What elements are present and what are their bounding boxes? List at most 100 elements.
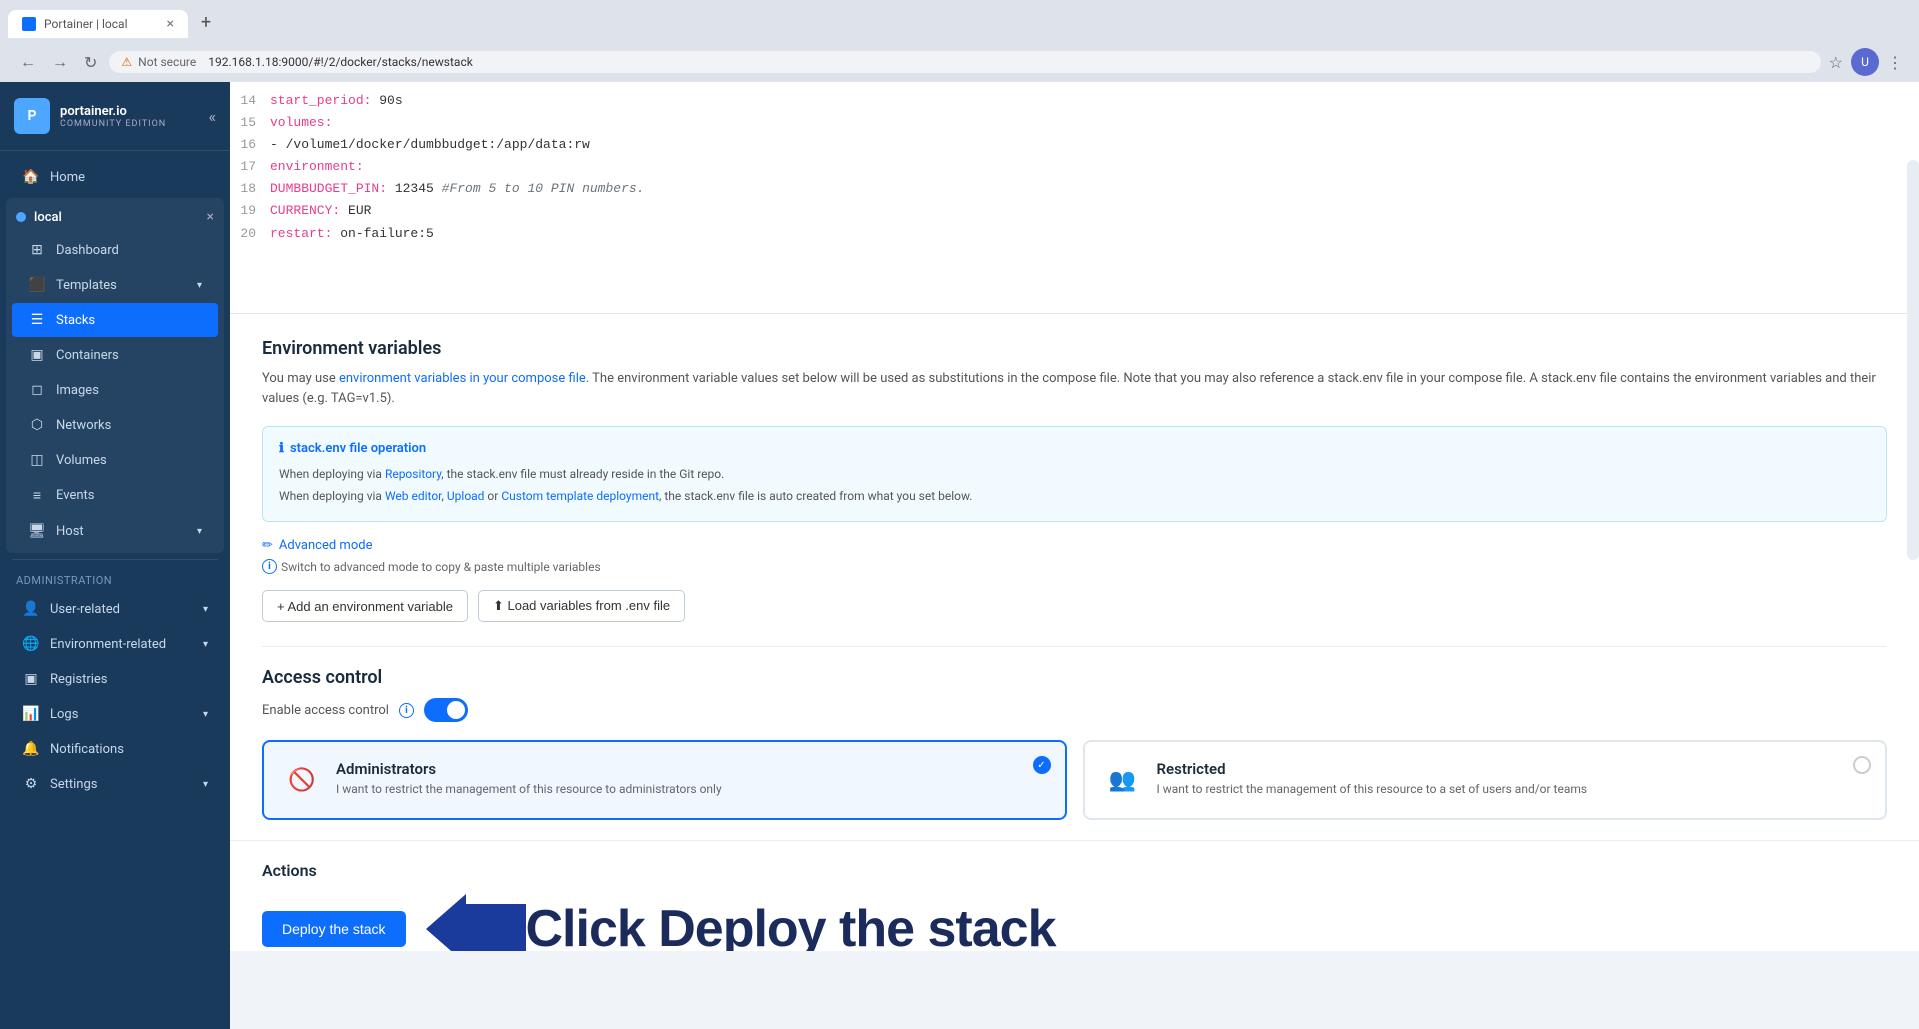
tab-close-btn[interactable]: ×: [167, 16, 174, 32]
sidebar-item-host[interactable]: 🖥 Host ▾: [12, 514, 218, 548]
url-bar[interactable]: ⚠ Not secure 192.168.1.18:9000/#!/2/dock…: [109, 51, 1820, 73]
sidebar-item-events[interactable]: ≡ Events: [12, 478, 218, 513]
user-related-arrow: ▾: [203, 604, 208, 615]
notifications-icon: 🔔: [22, 741, 40, 757]
access-control-title: Access control: [262, 667, 1887, 688]
restricted-card[interactable]: 👥 Restricted I want to restrict the mana…: [1083, 740, 1888, 820]
restricted-card-icon: 👥: [1103, 760, 1143, 800]
restricted-card-radio[interactable]: [1853, 756, 1871, 774]
env-section-desc: You may use environment variables in you…: [262, 369, 1887, 411]
line-num-20: 20: [230, 223, 270, 245]
templates-label: Templates: [56, 278, 117, 293]
volumes-label: Volumes: [56, 453, 107, 468]
url-text: 192.168.1.18:9000/#!/2/docker/stacks/new…: [208, 55, 473, 69]
admin-card-radio[interactable]: [1033, 756, 1051, 774]
env-close-btn[interactable]: ×: [207, 209, 214, 225]
env-dot: [16, 212, 26, 222]
sidebar-item-containers[interactable]: ▣ Containers: [12, 338, 218, 372]
sidebar-divider: [12, 559, 218, 560]
advanced-mode-row: ✏ Advanced mode: [262, 538, 1887, 553]
access-info-icon[interactable]: i: [399, 703, 414, 718]
load-env-file-btn[interactable]: ⬆ Load variables from .env file: [478, 590, 685, 622]
sidebar-item-dashboard[interactable]: ⊞ Dashboard: [12, 233, 218, 267]
repo-link[interactable]: Repository: [385, 467, 441, 481]
templates-icon: ⬛: [28, 277, 46, 293]
enable-access-row: Enable access control i: [262, 698, 1887, 722]
access-control-section: Access control Enable access control i 🚫…: [230, 647, 1919, 840]
deploy-stack-btn[interactable]: Deploy the stack: [262, 911, 406, 947]
reload-btn[interactable]: ↻: [80, 51, 101, 74]
back-btn[interactable]: ←: [16, 50, 40, 74]
web-editor-link[interactable]: Web editor: [385, 489, 442, 503]
stack-env-info-box: ℹ stack.env file operation When deployin…: [262, 426, 1887, 522]
line-num-16: 16: [230, 134, 270, 156]
sidebar-item-stacks[interactable]: ☰ Stacks: [12, 303, 218, 337]
logs-arrow: ▾: [203, 709, 208, 720]
sidebar-item-volumes[interactable]: ◫ Volumes: [12, 443, 218, 477]
env-related-label: Environment-related: [50, 637, 166, 652]
sidebar-item-settings[interactable]: ⚙ Settings ▾: [6, 767, 224, 801]
admin-section-label: Administration: [0, 566, 230, 591]
dashboard-icon: ⊞: [28, 242, 46, 258]
annotation-text: Click Deploy the stack: [526, 899, 1056, 951]
templates-arrow: ▾: [197, 280, 202, 291]
code-line-15: 15 volumes:: [230, 112, 1919, 134]
sidebar-collapse-btn[interactable]: «: [208, 107, 216, 126]
desc-before: You may use: [262, 371, 339, 386]
logo-text-area: portainer.io COMMUNITY EDITION: [60, 104, 166, 129]
sidebar-item-logs[interactable]: 📊 Logs ▾: [6, 697, 224, 731]
sidebar-nav: 🏠 Home local × ⊞ Dashboard ⬛ Templates ▾: [0, 151, 230, 1029]
settings-arrow: ▾: [203, 779, 208, 790]
restricted-card-content: Restricted I want to restrict the manage…: [1157, 760, 1588, 796]
sidebar-item-templates[interactable]: ⬛ Templates ▾: [12, 268, 218, 302]
forward-btn[interactable]: →: [48, 50, 72, 74]
advanced-mode-link[interactable]: Advanced mode: [279, 538, 373, 553]
stacks-label: Stacks: [56, 313, 95, 328]
registries-label: Registries: [50, 672, 108, 687]
code-editor: 14 start_period: 90s 15 volumes: 16 - /v…: [230, 82, 1919, 314]
new-tab-btn[interactable]: +: [190, 6, 222, 38]
sidebar-item-env-related[interactable]: 🌐 Environment-related ▾: [6, 627, 224, 661]
networks-icon: ⬡: [28, 417, 46, 433]
code-line-20: 20 restart: on-failure:5: [230, 223, 1919, 245]
info-icon: ℹ: [279, 441, 284, 456]
sidebar-item-networks[interactable]: ⬡ Networks: [12, 408, 218, 442]
sidebar-item-registries[interactable]: ▣ Registries: [6, 662, 224, 696]
line-content-15: volumes:: [270, 112, 1919, 134]
env-related-icon: 🌐: [22, 636, 40, 652]
admin-card-title: Administrators: [336, 760, 722, 778]
sidebar-item-notifications[interactable]: 🔔 Notifications: [6, 732, 224, 766]
env-related-arrow: ▾: [203, 639, 208, 650]
logs-icon: 📊: [22, 706, 40, 722]
active-tab[interactable]: Portainer | local ×: [8, 10, 188, 38]
actions-row: Deploy the stack Click Deploy the stack: [262, 894, 1887, 951]
line-content-16: - /volume1/docker/dumbbudget:/app/data:r…: [270, 134, 1919, 156]
events-icon: ≡: [28, 487, 46, 504]
notifications-label: Notifications: [50, 742, 124, 757]
settings-icon: ⚙: [22, 776, 40, 792]
env-action-buttons: + Add an environment variable ⬆ Load var…: [262, 590, 1887, 622]
administrators-card[interactable]: 🚫 Administrators I want to restrict the …: [262, 740, 1067, 820]
events-label: Events: [56, 488, 94, 503]
sidebar-env-section: local × ⊞ Dashboard ⬛ Templates ▾ ☰ Stac…: [6, 198, 224, 553]
registries-icon: ▣: [22, 671, 40, 687]
line-num-15: 15: [230, 112, 270, 134]
env-compose-link[interactable]: environment variables in your compose fi…: [339, 371, 586, 386]
sidebar-env-header: local ×: [6, 202, 224, 232]
upload-link[interactable]: Upload: [447, 489, 485, 503]
logo-sub: COMMUNITY EDITION: [60, 119, 166, 129]
profile-btn[interactable]: U: [1851, 48, 1879, 76]
add-env-var-btn[interactable]: + Add an environment variable: [262, 590, 468, 622]
line-content-20: restart: on-failure:5: [270, 223, 1919, 245]
custom-template-link[interactable]: Custom template deployment: [501, 489, 659, 503]
code-line-17: 17 environment:: [230, 156, 1919, 178]
line-num-17: 17: [230, 156, 270, 178]
info-box-title: ℹ stack.env file operation: [279, 441, 1870, 456]
sidebar-item-images[interactable]: ◻ Images: [12, 373, 218, 407]
scrollbar[interactable]: [1907, 160, 1919, 560]
access-control-toggle[interactable]: [424, 698, 468, 722]
sidebar-item-user-related[interactable]: 👤 User-related ▾: [6, 592, 224, 626]
bookmark-btn[interactable]: ☆: [1829, 53, 1843, 72]
sidebar-item-home[interactable]: 🏠 Home: [6, 160, 224, 194]
menu-btn[interactable]: ⋮: [1887, 53, 1903, 72]
